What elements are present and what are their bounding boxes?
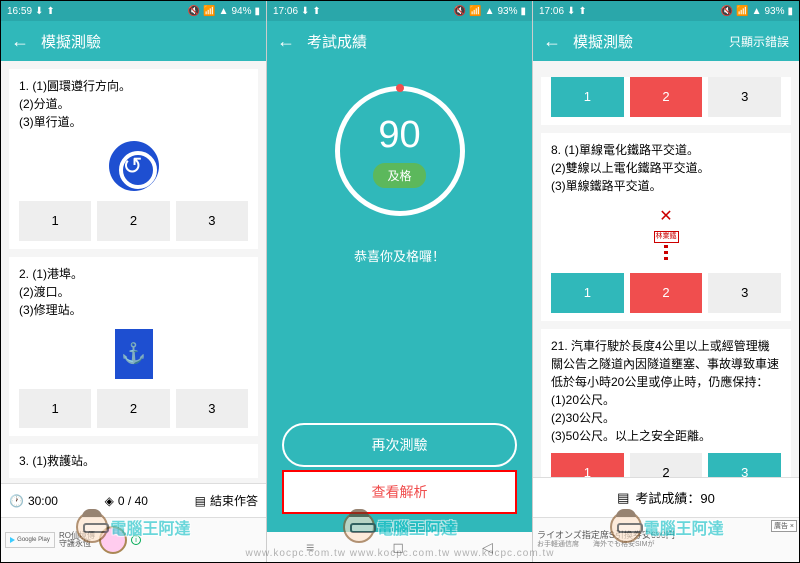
download-icon: ⬇ [301,6,309,17]
signal-icon: ▲ [752,6,762,17]
back-icon[interactable]: ← [543,31,561,52]
signal-icon: ▲ [219,6,229,17]
upload-icon: ⬆ [578,6,586,17]
back-icon[interactable]: ← [277,31,295,52]
google-play-badge: Google Play [5,532,55,548]
battery-text: 94% [231,6,251,17]
watermark-url: www.kocpc.com.tw www.kocpc.com.tw www.ko… [0,548,800,559]
battery-icon: ▮ [520,6,526,17]
answer-option-2[interactable]: 2 [97,389,169,429]
end-test-button[interactable]: ▤結束作答 [195,492,258,509]
question-8: 8. (1)單線電化鐵路平交道。 (2)雙線以上電化鐵路平交道。 (3)單線鐵路… [541,133,791,321]
clipboard-icon: ▤ [617,490,629,506]
upload-icon: ⬆ [46,6,54,17]
back-icon[interactable]: ← [11,31,29,52]
roundabout-sign-icon [109,141,159,191]
question-text: 2. (1)港埠。 (2)渡口。 (3)修理站。 [19,265,248,319]
battery-icon: ▮ [787,6,793,17]
question-text: 3. (1)救護站。 [19,452,248,470]
status-bar: 17:06⬇⬆ 🔇📶 ▲93%▮ [533,1,799,21]
view-analysis-button[interactable]: 查看解析 [282,470,517,514]
score-summary-bar: ▤ 考試成績：90 [533,477,799,517]
answer-option-3[interactable]: 3 [176,389,248,429]
status-bar: 16:59⬇⬆ 🔇📶 ▲94%▮ [1,1,266,21]
pass-badge: 及格 [373,163,425,188]
status-time: 17:06 [273,6,298,17]
answer-option-2[interactable]: 2 [97,201,169,241]
status-bar: 17:06⬇⬆ 🔇📶 ▲93%▮ [267,1,532,21]
timer: 🕐30:00 [9,494,58,508]
signal-icon: ▲ [485,6,495,17]
ad-info-icon: i [131,535,141,545]
ad-close-button[interactable]: 廣告 × [771,520,797,532]
answer-option-1-correct[interactable]: 1 [551,77,624,117]
score-value: 90 [378,114,420,157]
question-3-partial: 3. (1)救護站。 [9,444,258,478]
answer-option-1[interactable]: 1 [19,201,91,241]
battery-text: 93% [764,6,784,17]
question-1: 1. (1)圓環遵行方向。 (2)分道。 (3)單行道。 1 2 3 [9,69,258,249]
answer-option-2-wrong[interactable]: 2 [630,77,703,117]
answer-option-2-wrong[interactable]: 2 [630,273,703,313]
answer-option-1-correct[interactable]: 1 [551,273,624,313]
score-dot-icon [396,84,404,92]
score-content: 90 及格 恭喜你及格囉！ 再次測驗 查看解析 ≡ ◻ ◁ [267,61,532,562]
retry-button[interactable]: 再次測驗 [282,423,517,467]
railway-crossing-sign-icon: ✕ 林業鐵 [654,205,679,264]
question-21: 21. 汽車行駛於長度4公里以上或經管理機關公告之隧道內因隧道壅塞、事故導致車速… [541,329,791,501]
question-text: 1. (1)圓環遵行方向。 (2)分道。 (3)單行道。 [19,77,248,131]
upload-icon: ⬆ [312,6,320,17]
status-time: 17:06 [539,6,564,17]
status-time: 16:59 [7,6,32,17]
question-prev-partial: 1 2 3 [541,77,791,125]
app-bar: ← 模擬測驗 只顯示錯誤 [533,21,799,61]
congrats-text: 恭喜你及格囉！ [354,246,445,265]
clipboard-icon: ▤ [195,494,206,508]
wifi-icon: 📶 [203,6,215,17]
download-icon: ⬇ [35,6,43,17]
page-title: 考試成績 [307,31,367,52]
app-bar: ← 模擬測驗 [1,21,266,61]
score-summary-text: 考試成績：90 [635,488,714,507]
answer-option-3[interactable]: 3 [176,201,248,241]
wifi-icon: 📶 [736,6,748,17]
answer-option-3[interactable]: 3 [708,273,781,313]
question-2: 2. (1)港埠。 (2)渡口。 (3)修理站。 ⚓ 1 2 3 [9,257,258,437]
mute-icon: 🔇 [454,6,466,17]
bottom-toolbar: 🕐30:00 ◈0 / 40 ▤結束作答 [1,483,266,517]
mute-icon: 🔇 [188,6,200,17]
answer-option-3[interactable]: 3 [708,77,781,117]
answer-option-1[interactable]: 1 [19,389,91,429]
page-title: 模擬測驗 [41,31,101,52]
question-text: 21. 汽車行駛於長度4公里以上或經管理機關公告之隧道內因隧道壅塞、事故導致車速… [551,337,781,445]
mute-icon: 🔇 [721,6,733,17]
filter-errors-button[interactable]: 只顯示錯誤 [729,33,789,50]
layers-icon: ◈ [105,494,114,508]
screen-1-mock-test: 16:59⬇⬆ 🔇📶 ▲94%▮ ← 模擬測驗 1. (1)圓環遵行方向。 (2)… [1,1,267,562]
screen-3-review: 17:06⬇⬆ 🔇📶 ▲93%▮ ← 模擬測驗 只顯示錯誤 1 2 3 8. (1… [533,1,799,562]
wifi-icon: 📶 [469,6,481,17]
clock-icon: 🕐 [9,494,24,508]
app-bar: ← 考試成績 [267,21,532,61]
port-sign-icon: ⚓ [115,329,153,379]
screen-2-score: 17:06⬇⬆ 🔇📶 ▲93%▮ ← 考試成績 90 及格 恭喜你及格囉！ 再次測… [267,1,533,562]
download-icon: ⬇ [567,6,575,17]
battery-icon: ▮ [254,6,260,17]
question-text: 8. (1)單線電化鐵路平交道。 (2)雙線以上電化鐵路平交道。 (3)單線鐵路… [551,141,781,195]
battery-text: 93% [497,6,517,17]
page-title: 模擬測驗 [573,31,633,52]
progress: ◈0 / 40 [105,494,148,508]
score-circle: 90 及格 [335,86,465,216]
